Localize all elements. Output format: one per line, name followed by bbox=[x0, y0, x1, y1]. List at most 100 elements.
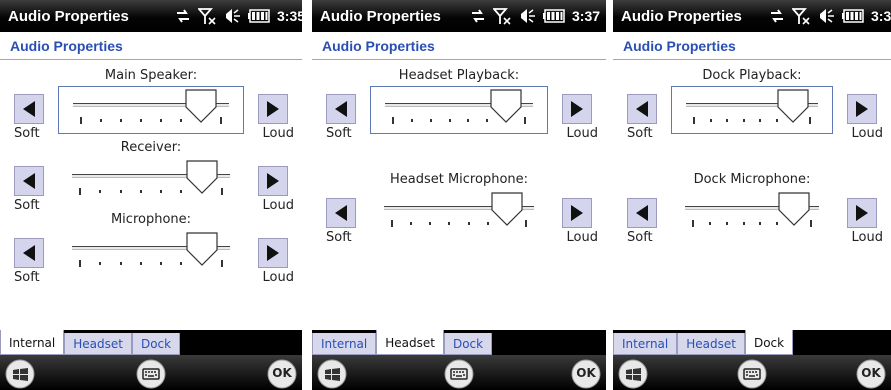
soft-label: Soft bbox=[627, 230, 653, 245]
arrow-right-icon bbox=[856, 101, 868, 117]
sync-icon bbox=[177, 9, 189, 23]
decrease-volume-button[interactable] bbox=[14, 94, 44, 124]
volume-slider[interactable] bbox=[370, 190, 548, 238]
slider-tick bbox=[119, 190, 122, 193]
tab-bar: Internal Headset Dock bbox=[312, 330, 606, 355]
volume-slider[interactable] bbox=[671, 190, 833, 238]
volume-slider[interactable] bbox=[671, 86, 833, 134]
slider-tick bbox=[742, 222, 745, 225]
arrow-left-icon bbox=[335, 205, 347, 221]
start-button[interactable] bbox=[317, 359, 347, 389]
screen-headset: Audio Properties 3:37 Audio Properties Head… bbox=[312, 0, 606, 390]
start-button[interactable] bbox=[5, 359, 35, 389]
increase-volume-button[interactable] bbox=[258, 166, 288, 196]
keyboard-button[interactable] bbox=[136, 359, 166, 389]
app-title: Audio Properties bbox=[320, 8, 441, 25]
arrow-right-icon bbox=[267, 245, 279, 261]
slider-thumb[interactable] bbox=[185, 89, 217, 123]
volume-slider[interactable] bbox=[58, 86, 244, 134]
keyboard-button[interactable] bbox=[737, 359, 767, 389]
slider-tick bbox=[759, 222, 762, 225]
ok-button[interactable]: OK bbox=[267, 359, 297, 389]
decrease-volume-button[interactable] bbox=[14, 238, 44, 268]
tab-internal[interactable]: Internal bbox=[312, 333, 377, 355]
status-area[interactable]: 3:37 bbox=[470, 6, 600, 26]
tab-dock[interactable]: Dock bbox=[443, 333, 493, 355]
tab-bar: Internal Headset Dock bbox=[0, 330, 302, 355]
slider-tick bbox=[140, 119, 142, 122]
slider-thumb[interactable] bbox=[490, 89, 522, 123]
arrow-left-icon bbox=[335, 101, 347, 117]
windows-start-icon bbox=[618, 359, 648, 389]
screen-dock: Audio Properties 3:39 Audio Properties Dock… bbox=[613, 0, 891, 390]
clock-time: 3:37 bbox=[572, 8, 601, 24]
slider-tick bbox=[180, 190, 183, 193]
tab-internal[interactable]: Internal bbox=[613, 333, 678, 355]
slider-tick bbox=[486, 222, 489, 225]
tab-headset[interactable]: Headset bbox=[64, 333, 132, 355]
softkey-bar: OK bbox=[0, 355, 302, 390]
slider-tick bbox=[429, 222, 432, 225]
status-area[interactable]: 3:35 bbox=[175, 6, 302, 26]
windows-start-icon bbox=[317, 359, 347, 389]
decrease-volume-button[interactable] bbox=[627, 198, 657, 228]
slider-thumb[interactable] bbox=[186, 160, 218, 194]
increase-volume-button[interactable] bbox=[847, 94, 877, 124]
slider-tick bbox=[486, 119, 489, 122]
app-title: Audio Properties bbox=[8, 8, 129, 25]
tab-dock[interactable]: Dock bbox=[131, 333, 181, 355]
slider-tick bbox=[525, 220, 527, 227]
decrease-volume-button[interactable] bbox=[326, 94, 356, 124]
keyboard-button[interactable] bbox=[444, 359, 474, 389]
tab-headset[interactable]: Headset bbox=[677, 333, 745, 355]
ok-button[interactable]: OK bbox=[856, 359, 886, 389]
status-area[interactable]: 3:39 bbox=[769, 6, 891, 26]
slider-tick bbox=[220, 117, 222, 124]
tab-strip: Internal Headset Dock bbox=[613, 330, 794, 355]
tab-headset[interactable]: Headset bbox=[376, 330, 444, 355]
windows-start-icon bbox=[5, 359, 35, 389]
slider-thumb[interactable] bbox=[777, 89, 810, 123]
tab-dock[interactable]: Dock bbox=[744, 330, 794, 355]
decrease-volume-button[interactable] bbox=[627, 94, 657, 124]
arrow-left-icon bbox=[23, 101, 35, 117]
increase-volume-button[interactable] bbox=[258, 238, 288, 268]
slider-tick bbox=[221, 188, 223, 195]
arrow-right-icon bbox=[571, 205, 583, 221]
volume-label: Main Speaker: bbox=[104, 68, 198, 83]
slider-tick bbox=[100, 119, 102, 122]
increase-volume-button[interactable] bbox=[258, 94, 288, 124]
slider-tick bbox=[693, 117, 695, 124]
slider-thumb[interactable] bbox=[491, 192, 523, 226]
decrease-volume-button[interactable] bbox=[14, 166, 44, 196]
speaker-icon bbox=[521, 9, 535, 23]
battery-icon bbox=[248, 9, 270, 23]
increase-volume-button[interactable] bbox=[562, 94, 592, 124]
slider-tick bbox=[429, 119, 432, 122]
ok-button[interactable]: OK bbox=[571, 359, 601, 389]
slider-thumb[interactable] bbox=[186, 232, 218, 266]
slider-tick bbox=[99, 190, 102, 193]
increase-volume-button[interactable] bbox=[847, 198, 877, 228]
tab-internal[interactable]: Internal bbox=[0, 330, 65, 355]
volume-control-group: Dock Microphone: Soft Loud bbox=[613, 172, 891, 248]
slider-tick bbox=[467, 222, 470, 225]
title-bar: Audio Properties 3:35 bbox=[0, 0, 302, 32]
increase-volume-button[interactable] bbox=[562, 198, 592, 228]
soft-label: Soft bbox=[14, 126, 40, 141]
start-button[interactable] bbox=[618, 359, 648, 389]
volume-slider[interactable] bbox=[370, 86, 548, 134]
slider-tick bbox=[79, 260, 81, 267]
slider-tick bbox=[467, 119, 470, 122]
arrow-left-icon bbox=[636, 101, 648, 117]
volume-slider[interactable] bbox=[58, 230, 244, 278]
slider-tick bbox=[524, 117, 526, 124]
volume-slider[interactable] bbox=[58, 158, 244, 206]
decrease-volume-button[interactable] bbox=[326, 198, 356, 228]
slider-tick bbox=[139, 190, 142, 193]
slider-thumb[interactable] bbox=[778, 192, 810, 226]
slider-tick bbox=[391, 220, 393, 227]
volume-control-group: Microphone: Soft Loud bbox=[0, 212, 302, 288]
arrow-left-icon bbox=[636, 205, 648, 221]
slider-tick bbox=[160, 262, 163, 265]
